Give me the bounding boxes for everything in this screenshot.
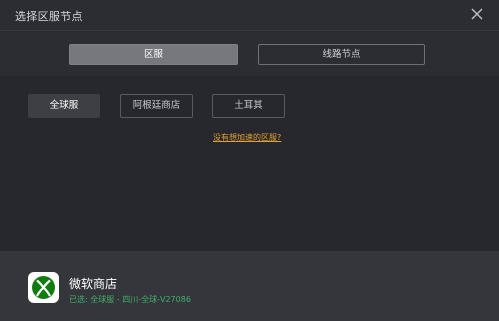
region-global-button[interactable]: 全球服 (28, 94, 100, 118)
window-title: 选择区服节点 (15, 10, 83, 23)
close-button[interactable] (468, 5, 486, 23)
region-turkey-button[interactable]: 土耳其 (212, 94, 285, 118)
app-icon (28, 272, 59, 303)
tab-bar: 区服 线路节点 (0, 32, 499, 76)
region-argentina-store-button[interactable]: 阿根廷商店 (120, 94, 193, 118)
title-bar: 选择区服节点 (0, 0, 499, 31)
tab-route-node[interactable]: 线路节点 (258, 44, 425, 65)
selected-app-footer: 微软商店 已选: 全球服 - 四川-全球-V27086 (0, 251, 499, 321)
app-name: 微软商店 (69, 277, 118, 291)
selected-node-status: 已选: 全球服 - 四川-全球-V27086 (69, 295, 191, 304)
xbox-icon (32, 276, 55, 299)
tab-server[interactable]: 区服 (69, 44, 238, 65)
region-panel: 全球服 阿根廷商店 土耳其 没有想加速的区服? (0, 76, 499, 251)
missing-region-link[interactable]: 没有想加速的区服? (213, 132, 281, 143)
close-icon (471, 8, 483, 20)
